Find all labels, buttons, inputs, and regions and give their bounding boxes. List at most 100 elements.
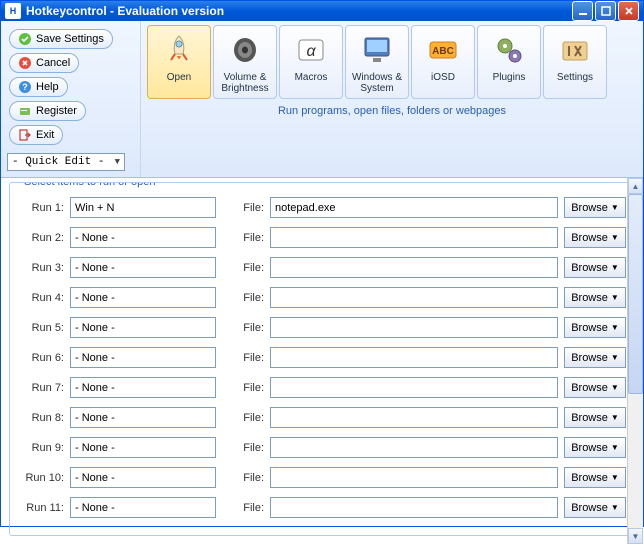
help-label: Help: [36, 81, 59, 93]
maximize-button[interactable]: [595, 1, 616, 21]
svg-text:ABC: ABC: [432, 46, 454, 57]
file-path-input[interactable]: [270, 257, 558, 278]
run-hotkey-input[interactable]: [70, 407, 216, 428]
browse-label: Browse: [571, 292, 608, 304]
chevron-down-icon: ▼: [115, 157, 120, 167]
chevron-down-icon: ▼: [611, 383, 619, 392]
file-path-input[interactable]: [270, 227, 558, 248]
browse-button[interactable]: Browse▼: [564, 317, 626, 338]
run-hotkey-input[interactable]: [70, 377, 216, 398]
run-hotkey-input[interactable]: [70, 227, 216, 248]
file-path-input[interactable]: [270, 407, 558, 428]
chevron-down-icon: ▼: [611, 233, 619, 242]
browse-button[interactable]: Browse▼: [564, 287, 626, 308]
close-button[interactable]: [618, 1, 639, 21]
toolbar-plugins-label: Plugins: [493, 72, 526, 83]
run-row: Run 6:File:Browse▼: [18, 347, 626, 368]
abc-icon: ABC: [423, 30, 463, 70]
file-path-input[interactable]: [270, 467, 558, 488]
file-label: File:: [234, 472, 264, 484]
register-icon: [18, 104, 32, 118]
left-panel: Save Settings Cancel ? Help Register: [1, 21, 141, 177]
run-label: Run 11:: [18, 502, 64, 514]
register-button[interactable]: Register: [9, 101, 86, 121]
run-hotkey-input[interactable]: [70, 467, 216, 488]
file-label: File:: [234, 352, 264, 364]
toolbar-open-button[interactable]: Open: [147, 25, 211, 99]
run-row: Run 2:File:Browse▼: [18, 227, 626, 248]
browse-button[interactable]: Browse▼: [564, 497, 626, 518]
run-label: Run 5:: [18, 322, 64, 334]
help-icon: ?: [18, 80, 32, 94]
file-label: File:: [234, 502, 264, 514]
chevron-down-icon: ▼: [611, 293, 619, 302]
scroll-up-button[interactable]: ▲: [628, 178, 643, 194]
file-path-input[interactable]: [270, 377, 558, 398]
file-label: File:: [234, 292, 264, 304]
top-area: Save Settings Cancel ? Help Register: [1, 21, 643, 178]
cancel-button[interactable]: Cancel: [9, 53, 79, 73]
exit-button[interactable]: Exit: [9, 125, 63, 145]
run-label: Run 7:: [18, 382, 64, 394]
file-label: File:: [234, 382, 264, 394]
cancel-icon: [18, 56, 32, 70]
browse-button[interactable]: Browse▼: [564, 347, 626, 368]
run-hotkey-input[interactable]: [70, 197, 216, 218]
run-hotkey-input[interactable]: [70, 287, 216, 308]
toolbar-windows-label: Windows & System: [348, 72, 406, 94]
fieldset-legend: Select items to run or open: [20, 182, 159, 188]
run-hotkey-input[interactable]: [70, 437, 216, 458]
run-fieldset: Select items to run or open Run 1:File:B…: [9, 182, 635, 536]
toolbar-macros-label: Macros: [295, 72, 328, 83]
toolbar-iosd-button[interactable]: ABC iOSD: [411, 25, 475, 99]
speaker-icon: [225, 30, 265, 70]
run-hotkey-input[interactable]: [70, 317, 216, 338]
file-label: File:: [234, 232, 264, 244]
run-label: Run 9:: [18, 442, 64, 454]
run-label: Run 4:: [18, 292, 64, 304]
file-path-input[interactable]: [270, 317, 558, 338]
run-hotkey-input[interactable]: [70, 257, 216, 278]
toolbar-settings-button[interactable]: Settings: [543, 25, 607, 99]
register-label: Register: [36, 105, 77, 117]
quick-edit-dropdown[interactable]: - Quick Edit - ▼: [7, 153, 125, 171]
file-path-input[interactable]: [270, 287, 558, 308]
file-label: File:: [234, 442, 264, 454]
run-label: Run 1:: [18, 202, 64, 214]
toolbar-windows-button[interactable]: Windows & System: [345, 25, 409, 99]
browse-label: Browse: [571, 352, 608, 364]
toolbar-volume-button[interactable]: Volume & Brightness: [213, 25, 277, 99]
vertical-scrollbar[interactable]: ▲ ▼: [627, 178, 643, 544]
file-label: File:: [234, 262, 264, 274]
browse-button[interactable]: Browse▼: [564, 227, 626, 248]
minimize-button[interactable]: [572, 1, 593, 21]
run-row: Run 1:File:Browse▼: [18, 197, 626, 218]
exit-label: Exit: [36, 129, 54, 141]
run-row: Run 8:File:Browse▼: [18, 407, 626, 428]
file-path-input[interactable]: [270, 197, 558, 218]
browse-button[interactable]: Browse▼: [564, 377, 626, 398]
scroll-thumb[interactable]: [628, 194, 643, 394]
toolbar-plugins-button[interactable]: Plugins: [477, 25, 541, 99]
file-path-input[interactable]: [270, 437, 558, 458]
browse-button[interactable]: Browse▼: [564, 197, 626, 218]
window-title: Hotkeycontrol - Evaluation version: [26, 4, 570, 18]
browse-button[interactable]: Browse▼: [564, 467, 626, 488]
help-button[interactable]: ? Help: [9, 77, 68, 97]
run-hotkey-input[interactable]: [70, 347, 216, 368]
browse-button[interactable]: Browse▼: [564, 437, 626, 458]
scroll-track[interactable]: [628, 194, 643, 528]
scroll-down-button[interactable]: ▼: [628, 528, 643, 544]
browse-button[interactable]: Browse▼: [564, 257, 626, 278]
save-settings-button[interactable]: Save Settings: [9, 29, 113, 49]
run-hotkey-input[interactable]: [70, 497, 216, 518]
chevron-down-icon: ▼: [611, 473, 619, 482]
browse-button[interactable]: Browse▼: [564, 407, 626, 428]
rocket-icon: [159, 30, 199, 70]
run-row: Run 9: File: Browse▼: [18, 437, 626, 458]
file-path-input[interactable]: [270, 497, 558, 518]
file-label: File:: [234, 322, 264, 334]
file-path-input[interactable]: [270, 347, 558, 368]
toolbar-macros-button[interactable]: α Macros: [279, 25, 343, 99]
toolbar-volume-label: Volume & Brightness: [216, 72, 274, 94]
